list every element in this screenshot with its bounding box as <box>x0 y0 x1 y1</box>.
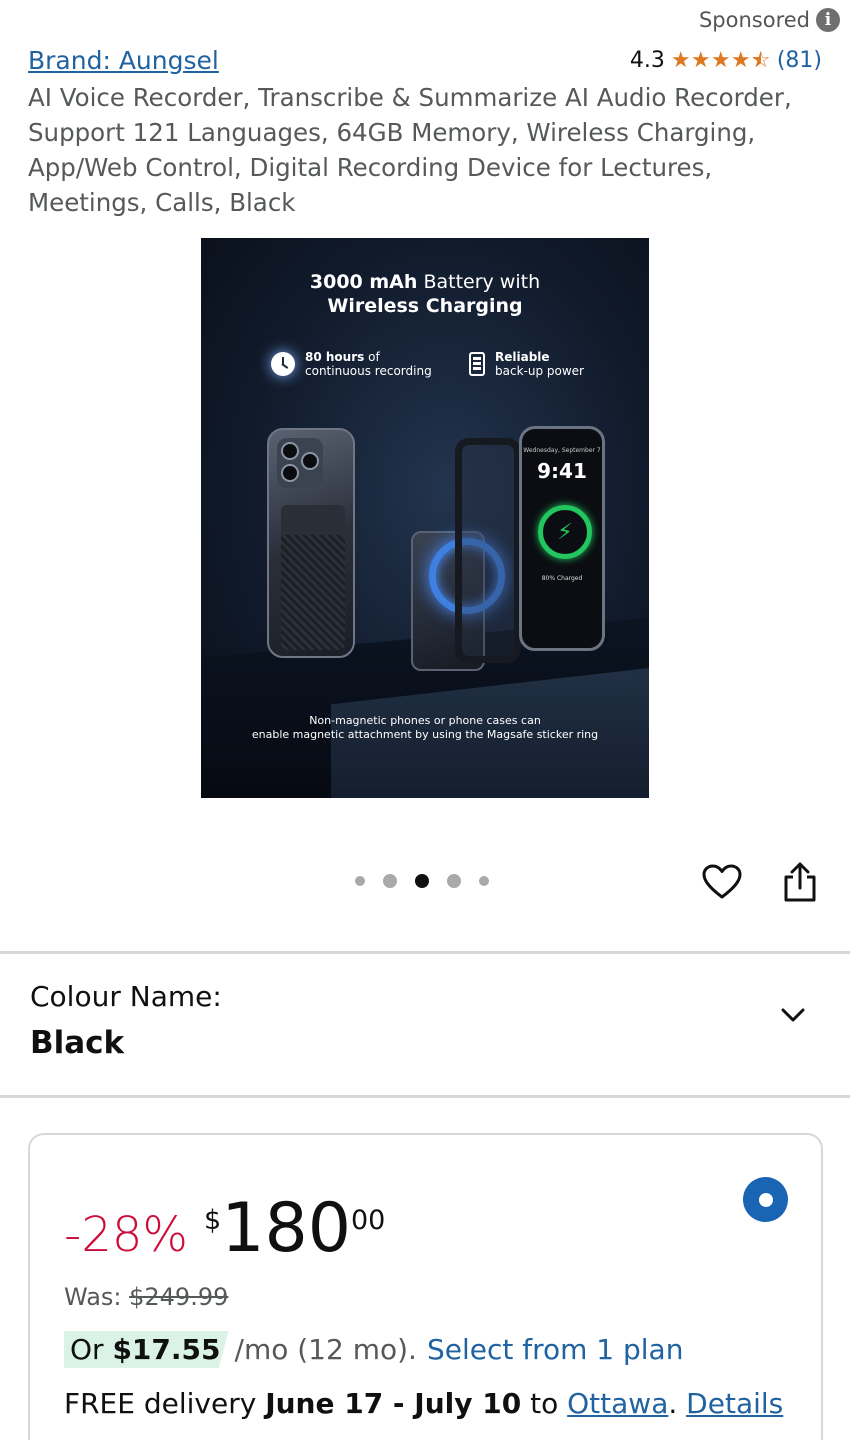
info-icon[interactable]: i <box>816 8 840 32</box>
colour-selector[interactable]: Colour Name: Black <box>30 980 222 1061</box>
footnote-line1: Non-magnetic phones or phone cases can <box>309 714 541 727</box>
chevron-down-icon[interactable] <box>778 1000 808 1030</box>
colour-value: Black <box>30 1025 125 1061</box>
star-icon: ★ <box>730 47 751 73</box>
price-row: -28% $ 180 00 <box>64 1193 385 1265</box>
delivery-to: to <box>521 1387 568 1420</box>
brand-link[interactable]: Brand: Aungsel <box>28 46 219 75</box>
section-divider <box>0 951 850 954</box>
star-icon: ★ <box>710 47 731 73</box>
delivery-details-link[interactable]: Details <box>686 1387 783 1420</box>
image-footnote: Non-magnetic phones or phone cases can e… <box>201 714 649 742</box>
delivery-prefix: FREE delivery <box>64 1387 266 1420</box>
rating-stars: ★ ★ ★ ★ ☆ ★ <box>670 47 771 73</box>
buy-option-radio[interactable] <box>743 1177 788 1222</box>
discount-percent: -28% <box>64 1207 189 1263</box>
camera-bump <box>277 438 323 488</box>
star-icon: ★ <box>670 47 691 73</box>
sponsored-text: Sponsored <box>698 8 810 32</box>
section-divider <box>0 1095 850 1098</box>
image-headline: 3000 mAh Battery with Wireless Charging <box>201 270 649 318</box>
phone-case <box>455 438 521 663</box>
heart-icon <box>702 864 742 899</box>
headline-line2: Wireless Charging <box>327 295 523 317</box>
footnote-line2: enable magnetic attachment by using the … <box>251 728 599 741</box>
was-label: Was: <box>64 1283 130 1311</box>
carousel-dot-active[interactable] <box>415 874 429 888</box>
camera-lens <box>281 442 299 460</box>
price-whole: 180 <box>221 1189 351 1268</box>
carousel-dot[interactable] <box>383 874 397 888</box>
headline-rest: Battery with <box>417 271 541 293</box>
recorder-device <box>281 505 345 650</box>
feature1-rest: of <box>364 350 380 364</box>
price-currency: $ <box>204 1205 222 1236</box>
camera-lens <box>281 464 299 482</box>
installment-highlight: Or $17.55 <box>64 1331 229 1368</box>
sponsored-label[interactable]: Sponsored i <box>699 8 840 32</box>
feature1-line2: continuous recording <box>305 364 432 378</box>
feature2-line2: back-up power <box>495 364 584 378</box>
star-icon: ★ <box>690 47 711 73</box>
clock-icon <box>271 352 295 376</box>
installment-prefix: Or <box>70 1333 113 1366</box>
share-button[interactable] <box>780 860 820 904</box>
delivery-info: FREE delivery June 17 - July 10 to Ottaw… <box>64 1387 783 1420</box>
wishlist-button[interactable] <box>701 862 743 902</box>
camera-lens <box>301 452 319 470</box>
battery-icon <box>469 352 485 376</box>
delivery-dates: June 17 - July 10 <box>265 1387 522 1420</box>
feature1-bold: 80 hours <box>305 350 365 364</box>
carousel-dot[interactable] <box>447 874 461 888</box>
headline-bold: 3000 mAh <box>309 271 418 293</box>
phone-charge-text: 80% Charged <box>541 575 583 582</box>
rating[interactable]: 4.3 ★ ★ ★ ★ ☆ ★ (81) <box>630 48 822 73</box>
lightning-icon: ⚡ <box>538 505 592 559</box>
feature2-bold: Reliable <box>495 350 550 364</box>
feature-recording-text: 80 hours of continuous recording <box>305 350 432 378</box>
select-plan-link[interactable]: Select from 1 plan <box>427 1333 684 1366</box>
current-price: $ 180 00 <box>204 1193 385 1265</box>
carousel-dot[interactable] <box>355 876 365 886</box>
price-fraction: 00 <box>351 1205 386 1236</box>
installment-terms: /mo (12 mo). <box>234 1333 417 1366</box>
rating-value: 4.3 <box>629 48 665 73</box>
was-value: $249.99 <box>129 1283 229 1311</box>
recorder-strip <box>281 505 345 535</box>
product-image[interactable]: 3000 mAh Battery with Wireless Charging … <box>201 238 649 798</box>
phone-time: 9:41 <box>537 459 587 483</box>
image-carousel-dots[interactable] <box>355 874 489 888</box>
phone-with-recorder <box>267 428 355 658</box>
share-icon <box>784 862 816 902</box>
brand-rating-row: Brand: Aungsel 4.3 ★ ★ ★ ★ ☆ ★ (81) <box>28 46 822 75</box>
buy-option-card[interactable]: -28% $ 180 00 Was: $249.99 Or $17.55 /mo… <box>28 1133 823 1440</box>
delivery-location-link[interactable]: Ottawa <box>567 1387 668 1420</box>
feature-recording: 80 hours of continuous recording <box>271 350 432 378</box>
product-title: AI Voice Recorder, Transcribe & Summariz… <box>28 83 792 217</box>
phone-date: Wednesday, September 7 <box>523 447 601 454</box>
phone-charging: Wednesday, September 7 9:41 ⚡ 80% Charge… <box>519 426 605 651</box>
feature-power: Reliable back-up power <box>469 350 584 378</box>
carousel-dot[interactable] <box>479 876 489 886</box>
review-count-link[interactable]: (81) <box>777 48 822 73</box>
delivery-sep: . <box>668 1387 687 1420</box>
was-price: Was: $249.99 <box>64 1283 228 1311</box>
half-star-icon: ☆ ★ <box>750 47 771 73</box>
installment-offer: Or $17.55 /mo (12 mo). Select from 1 pla… <box>64 1331 683 1368</box>
colour-label: Colour Name: <box>30 980 222 1013</box>
installment-amount: $17.55 <box>112 1333 221 1366</box>
feature-power-text: Reliable back-up power <box>495 350 584 378</box>
